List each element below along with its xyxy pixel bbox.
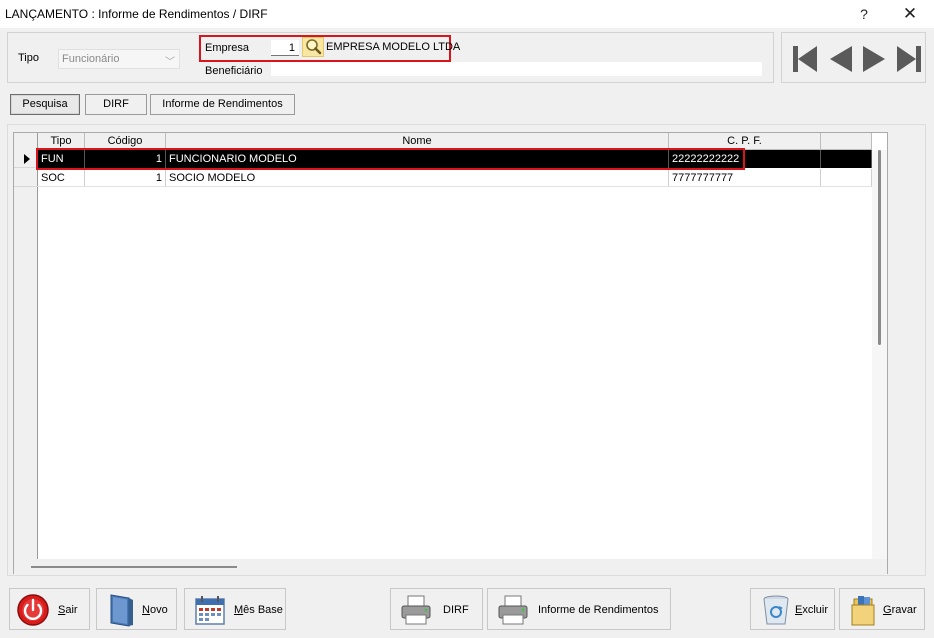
mes-base-label: Mês Base [234, 604, 283, 616]
excluir-label: Excluir [795, 604, 829, 616]
row-indicator-column [14, 133, 38, 559]
tab-pesquisa[interactable]: Pesquisa [10, 94, 80, 115]
informe-rendimentos-button[interactable]: Informe de Rendimentos [487, 588, 671, 630]
printer-icon [401, 595, 431, 625]
selected-row-highlight [36, 148, 745, 170]
horizontal-scroll-thumb[interactable] [31, 566, 237, 568]
next-record-icon[interactable] [860, 44, 890, 74]
printer-icon [498, 595, 528, 625]
calendar-icon [195, 596, 225, 625]
empresa-name: EMPRESA MODELO LTDA [326, 41, 461, 53]
table-row[interactable]: SOC 1 SOCIO MODELO 7777777777 [38, 169, 872, 187]
first-record-icon[interactable] [790, 44, 820, 74]
col-header-empty [821, 133, 872, 150]
close-button[interactable]: ✕ [890, 3, 930, 25]
search-icon [306, 39, 322, 55]
informe-rendimentos-label: Informe de Rendimentos [538, 604, 659, 616]
cell-tipo: SOC [38, 169, 85, 187]
sair-button[interactable]: Sair [9, 588, 90, 630]
tab-dirf[interactable]: DIRF [85, 94, 147, 115]
gravar-button[interactable]: Gravar [839, 588, 925, 630]
results-grid [13, 132, 888, 574]
excluir-button[interactable]: Excluir [750, 588, 835, 630]
dirf-button[interactable]: DIRF [390, 588, 483, 630]
tipo-label: Tipo [18, 52, 39, 64]
cell-empty [821, 150, 872, 168]
empresa-search-button[interactable] [302, 37, 324, 57]
gravar-label: Gravar [883, 604, 917, 616]
title-bar: LANÇAMENTO : Informe de Rendimentos / DI… [0, 0, 934, 28]
tipo-select-value: Funcionário [62, 53, 120, 65]
vertical-scroll-thumb[interactable] [878, 150, 881, 345]
beneficiario-label: Beneficiário [205, 65, 263, 77]
mes-base-button[interactable]: Mês Base [184, 588, 286, 630]
last-record-icon[interactable] [894, 44, 924, 74]
cell-codigo: 1 [85, 169, 166, 187]
save-folder-icon [851, 596, 875, 626]
beneficiario-input[interactable] [271, 62, 762, 76]
sair-label: Sair [58, 604, 78, 616]
cell-empty [821, 169, 872, 187]
new-document-icon [110, 594, 133, 627]
cell-cpf: 7777777777 [669, 169, 821, 187]
empresa-label: Empresa [205, 42, 250, 54]
cell-nome: SOCIO MODELO [166, 169, 669, 187]
current-row-arrow-icon [24, 154, 30, 164]
power-icon [17, 594, 49, 626]
novo-label: Novo [142, 604, 168, 616]
tab-informe-rendimentos[interactable]: Informe de Rendimentos [150, 94, 295, 115]
help-button[interactable]: ? [844, 3, 884, 25]
row-indicator[interactable] [14, 150, 38, 168]
tipo-select[interactable]: Funcionário ﹀ [58, 49, 180, 69]
row-indicator[interactable] [14, 169, 38, 187]
prev-record-icon[interactable] [825, 44, 855, 74]
novo-button[interactable]: Novo [96, 588, 177, 630]
dirf-label: DIRF [443, 604, 469, 616]
empresa-code-input[interactable]: 1 [271, 40, 299, 56]
chevron-down-icon: ﹀ [165, 57, 175, 68]
window-title: LANÇAMENTO : Informe de Rendimentos / DI… [5, 7, 268, 21]
recycle-bin-icon [763, 595, 789, 625]
